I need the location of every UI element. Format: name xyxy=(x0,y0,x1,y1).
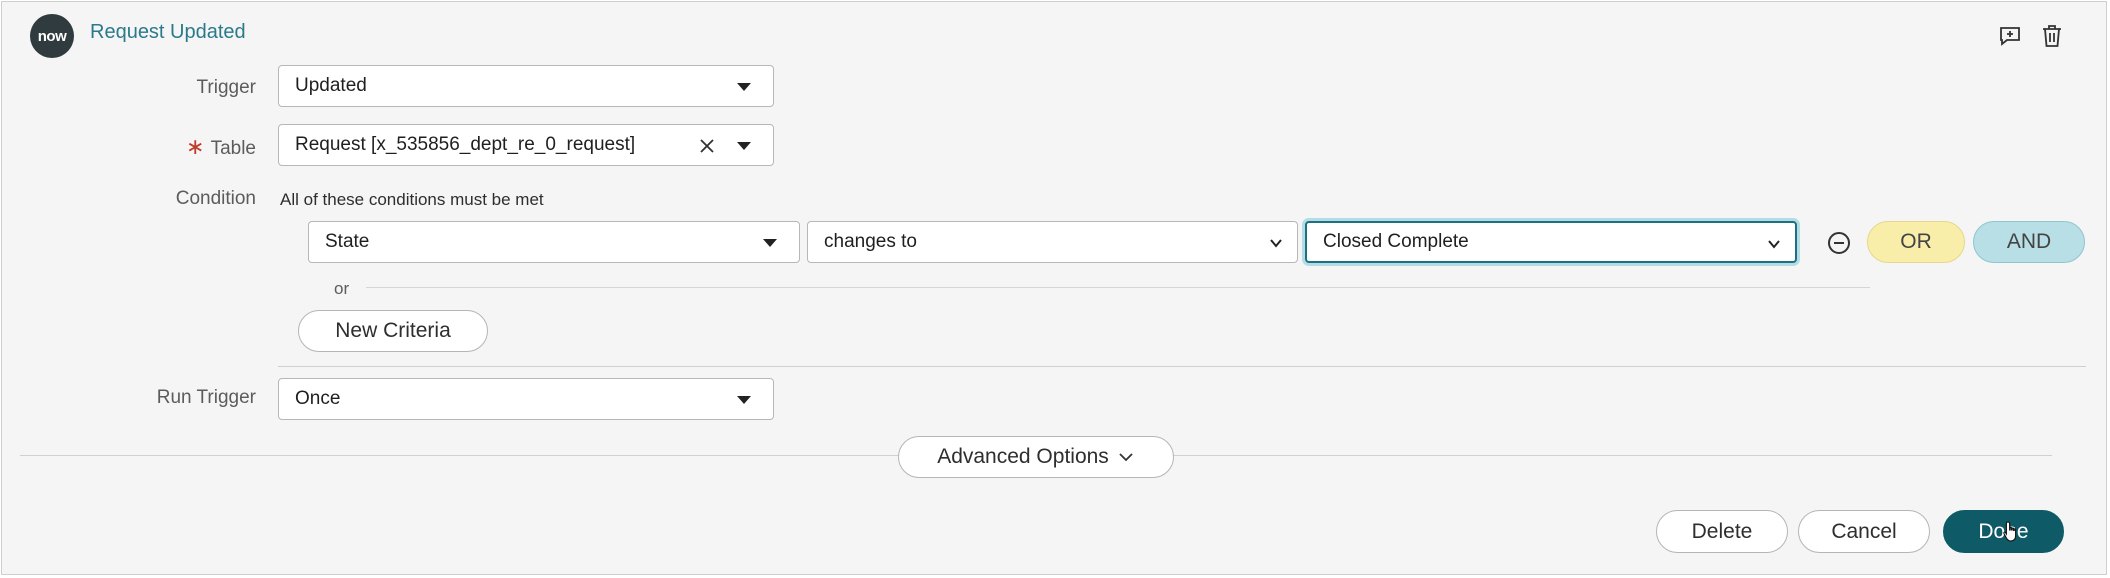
or-separator-label: or xyxy=(334,279,350,298)
logo-text: now xyxy=(37,27,67,45)
hand-cursor-icon xyxy=(2003,521,2017,542)
caret-down-icon xyxy=(737,396,751,404)
delete-button[interactable]: Delete xyxy=(1656,510,1788,553)
trash-icon[interactable] xyxy=(2038,22,2066,50)
run-trigger-select[interactable]: Once xyxy=(278,378,774,420)
trigger-select[interactable]: Updated xyxy=(278,65,774,107)
required-icon: ∗ xyxy=(186,134,205,159)
and-button[interactable]: AND xyxy=(1973,221,2085,263)
run-trigger-value: Once xyxy=(295,388,341,409)
trigger-panel: now Request Updated Trigger Updated ∗ Tab… xyxy=(1,1,2107,575)
advanced-options-label: Advanced Options xyxy=(937,445,1109,468)
or-separator-line xyxy=(366,287,1870,288)
condition-label: Condition xyxy=(175,188,256,209)
remove-condition-icon[interactable] xyxy=(1826,230,1852,256)
condition-field-select[interactable]: State xyxy=(308,221,800,263)
servicenow-logo: now xyxy=(30,14,74,58)
panel-title[interactable]: Request Updated xyxy=(90,21,246,44)
add-comment-icon[interactable] xyxy=(1996,22,2024,50)
chevron-down-icon xyxy=(1270,239,1282,248)
caret-down-icon xyxy=(737,83,751,91)
table-select[interactable]: Request [x_535856_dept_re_0_request] xyxy=(278,124,774,166)
caret-down-icon xyxy=(737,142,751,150)
clear-icon[interactable] xyxy=(697,136,717,156)
section-divider xyxy=(278,366,2086,367)
chevron-down-icon xyxy=(1768,240,1780,249)
advanced-options-button[interactable]: Advanced Options xyxy=(898,436,1174,478)
condition-operator-select[interactable]: changes to xyxy=(807,221,1298,263)
or-button[interactable]: OR xyxy=(1867,221,1965,263)
table-label-text: Table xyxy=(210,138,256,159)
table-value: Request [x_535856_dept_re_0_request] xyxy=(295,134,636,155)
condition-operator-value: changes to xyxy=(824,231,917,252)
trigger-value: Updated xyxy=(295,75,367,96)
condition-description: All of these conditions must be met xyxy=(280,190,544,209)
trigger-label: Trigger xyxy=(196,77,256,98)
new-criteria-button[interactable]: New Criteria xyxy=(298,310,488,352)
condition-value-select[interactable]: Closed Complete xyxy=(1305,221,1797,263)
chevron-down-icon xyxy=(1119,453,1133,462)
cancel-button[interactable]: Cancel xyxy=(1798,510,1930,553)
run-trigger-label: Run Trigger xyxy=(156,387,256,408)
caret-down-icon xyxy=(763,239,777,247)
condition-field-value: State xyxy=(325,231,370,252)
condition-value: Closed Complete xyxy=(1323,231,1469,252)
table-label: ∗ Table xyxy=(152,134,256,160)
